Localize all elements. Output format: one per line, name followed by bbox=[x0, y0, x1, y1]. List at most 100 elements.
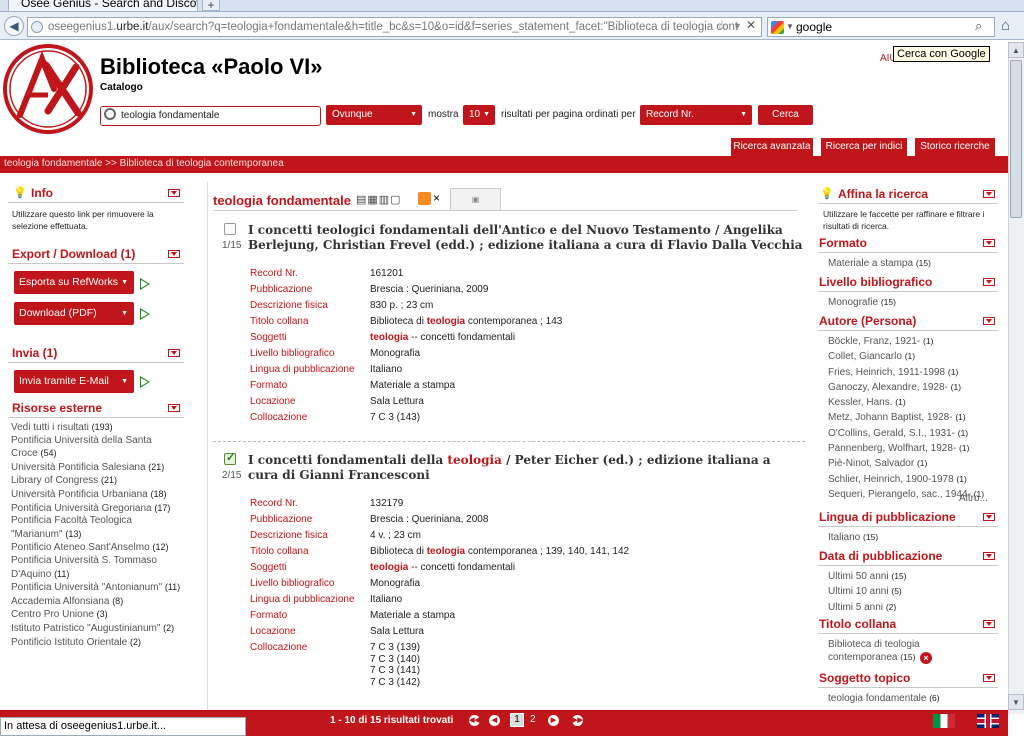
list-item[interactable]: Library of Congress (21) bbox=[11, 474, 181, 488]
new-tab-button[interactable]: + bbox=[202, 0, 220, 11]
site-identity-icon[interactable] bbox=[31, 21, 43, 33]
url-bar[interactable]: oseegenius1.urbe.it/aux/search?q=teologi… bbox=[27, 17, 762, 37]
list-item[interactable]: Pontificia Università "Antonianum" (11) bbox=[11, 581, 181, 595]
secondary-tab[interactable]: ▣ bbox=[450, 188, 501, 210]
collapse-icon[interactable] bbox=[983, 317, 995, 325]
collapse-icon[interactable] bbox=[168, 250, 180, 258]
resource-link[interactable]: Pontificia Università S. Tommaso D'Aquin… bbox=[11, 555, 157, 580]
subject-link[interactable]: teologia -- concetti fondamentali bbox=[370, 330, 790, 346]
scrollbar-thumb[interactable] bbox=[1010, 60, 1022, 218]
play-icon[interactable] bbox=[140, 278, 150, 290]
facet-item[interactable]: O'Collins, Gerald, S.I., 1931- (1) bbox=[828, 426, 998, 441]
list-item[interactable]: Università Pontificia Salesiana (21) bbox=[11, 461, 181, 475]
first-page-icon[interactable]: ◀◀ bbox=[469, 715, 480, 726]
play-icon[interactable] bbox=[140, 376, 150, 388]
list-item[interactable]: Pontificio Istituto Orientale (2) bbox=[11, 636, 181, 650]
resource-link[interactable]: Pontificio Istituto Orientale bbox=[11, 637, 127, 648]
next-page-icon[interactable]: ▶ bbox=[548, 715, 559, 726]
collapse-icon[interactable] bbox=[168, 189, 180, 197]
resource-link[interactable]: Centro Pro Unione bbox=[11, 609, 94, 620]
list-item[interactable]: Università Pontificia Urbaniana (18) bbox=[11, 488, 181, 502]
facet-item[interactable]: Ultimi 5 anni (2) bbox=[828, 600, 907, 615]
order-select[interactable]: Record Nr. ▼ bbox=[640, 105, 752, 125]
play-icon[interactable] bbox=[140, 308, 150, 320]
facet-item[interactable]: Ultimi 10 anni (5) bbox=[828, 584, 907, 599]
collapse-icon[interactable] bbox=[983, 620, 995, 628]
series-link[interactable]: Biblioteca di teologia contemporanea ; 1… bbox=[370, 544, 790, 560]
uk-flag-icon[interactable] bbox=[977, 714, 999, 728]
resource-link[interactable]: Library of Congress bbox=[11, 475, 98, 486]
list-item[interactable]: Pontificia Università Gregoriana (17) bbox=[11, 502, 181, 516]
engine-dropdown-icon[interactable]: ▼ bbox=[786, 22, 794, 31]
collapse-icon[interactable] bbox=[983, 278, 995, 286]
scroll-up-icon[interactable]: ▲ bbox=[1008, 42, 1024, 58]
facet-item[interactable]: Ganoczy, Alexandre, 1928- (1) bbox=[828, 380, 998, 395]
record-title[interactable]: I concetti teologici fondamentali dell'A… bbox=[248, 223, 803, 253]
resource-link[interactable]: Pontificia Università della Santa Croce bbox=[11, 435, 152, 460]
browser-tab[interactable]: Osee Genius - Search and Discovery bbox=[8, 0, 198, 12]
prev-page-icon[interactable]: ◀ bbox=[489, 715, 500, 726]
rss-icon[interactable] bbox=[418, 192, 431, 205]
view-mode-icons[interactable]: ▤▦▥▢ bbox=[356, 193, 402, 206]
facet-item[interactable]: Materiale a stampa (15) bbox=[828, 256, 931, 271]
back-button[interactable]: ◀ bbox=[4, 16, 24, 36]
resource-link[interactable]: Università Pontificia Urbaniana bbox=[11, 489, 148, 500]
collapse-icon[interactable] bbox=[983, 190, 995, 198]
last-page-icon[interactable]: ▶▶ bbox=[572, 715, 583, 726]
scroll-down-icon[interactable]: ▼ bbox=[1008, 694, 1024, 710]
breadcrumb[interactable]: teologia fondamentale >> Biblioteca di t… bbox=[4, 158, 284, 169]
facet-item[interactable]: Schlier, Heinrich, 1900-1978 (1) bbox=[828, 472, 998, 487]
facet-item[interactable]: Italiano (15) bbox=[828, 530, 878, 545]
resource-link[interactable]: Pontificia Università Gregoriana bbox=[11, 503, 152, 514]
facet-item[interactable]: Monografie (15) bbox=[828, 295, 896, 310]
list-item[interactable]: Centro Pro Unione (3) bbox=[11, 608, 181, 622]
search-icon[interactable]: ⌕ bbox=[975, 18, 982, 34]
list-item[interactable]: Pontificia Università della Santa Croce … bbox=[11, 435, 181, 461]
resource-link[interactable]: Pontificio Ateneo Sant'Anselmo bbox=[11, 542, 150, 553]
list-item[interactable]: Pontificia Università S. Tommaso D'Aquin… bbox=[11, 555, 181, 581]
collapse-icon[interactable] bbox=[168, 404, 180, 412]
collapse-icon[interactable] bbox=[983, 552, 995, 560]
facet-item[interactable]: Kessler, Hans. (1) bbox=[828, 395, 998, 410]
collapse-icon[interactable] bbox=[983, 674, 995, 682]
italian-flag-icon[interactable] bbox=[933, 714, 955, 728]
collapse-icon[interactable] bbox=[983, 239, 995, 247]
export-refworks-button[interactable]: Esporta su RefWorks ▼ bbox=[14, 271, 134, 294]
resource-link[interactable]: Istituto Patristico "Augustinianum" bbox=[11, 623, 160, 634]
list-item[interactable]: Accademia Alfonsiana (8) bbox=[11, 595, 181, 609]
more-link[interactable]: Altro... bbox=[959, 493, 988, 504]
search-button[interactable]: Cerca bbox=[758, 105, 813, 125]
download-pdf-button[interactable]: Download (PDF) ▼ bbox=[14, 302, 134, 325]
index-search-button[interactable]: Ricerca per indici bbox=[820, 137, 908, 156]
facet-item[interactable]: Ultimi 50 anni (15) bbox=[828, 569, 907, 584]
record-title[interactable]: I concetti fondamentali della teologia /… bbox=[248, 453, 803, 483]
send-email-button[interactable]: Invia tramite E-Mail ▼ bbox=[14, 370, 134, 393]
list-item[interactable]: Vedi tutti i risultati (193) bbox=[11, 421, 181, 435]
facet-item[interactable]: Böckle, Franz, 1921- (1) bbox=[828, 334, 998, 349]
record-checkbox[interactable] bbox=[224, 223, 236, 235]
catalog-search-input[interactable]: teologia fondamentale bbox=[100, 106, 321, 126]
collapse-icon[interactable] bbox=[168, 349, 180, 357]
list-item[interactable]: Pontificia Facoltà Teologica "Marianum" … bbox=[11, 515, 181, 541]
collapse-icon[interactable] bbox=[983, 513, 995, 521]
home-icon[interactable]: ⌂ bbox=[1001, 17, 1010, 34]
search-history-button[interactable]: Storico ricerche bbox=[914, 137, 996, 156]
remove-filter-icon[interactable]: × bbox=[920, 652, 932, 664]
facet-item[interactable]: Metz, Johann Baptist, 1928- (1) bbox=[828, 410, 998, 425]
stop-icon[interactable]: ✕ bbox=[746, 18, 756, 32]
history-dropdown-icon[interactable]: ▼ bbox=[733, 21, 742, 31]
advanced-search-button[interactable]: Ricerca avanzata bbox=[730, 137, 814, 156]
page-2-link[interactable]: 2 bbox=[530, 714, 536, 725]
page-1-button[interactable]: 1 bbox=[510, 713, 524, 727]
google-engine-icon[interactable] bbox=[771, 21, 784, 34]
list-item[interactable]: Istituto Patristico "Augustinianum" (2) bbox=[11, 622, 181, 636]
facet-item[interactable]: teologia fondamentale (6) bbox=[828, 691, 940, 706]
facet-item[interactable]: Piè-Ninot, Salvador (1) bbox=[828, 456, 998, 471]
facet-item[interactable]: Fries, Heinrich, 1911-1998 (1) bbox=[828, 365, 998, 380]
resource-link[interactable]: Accademia Alfonsiana bbox=[11, 596, 109, 607]
bookmark-star-icon[interactable]: ☆ bbox=[716, 18, 728, 34]
browser-search-input[interactable]: google bbox=[767, 17, 995, 37]
resource-link[interactable]: Pontificia Università "Antonianum" bbox=[11, 582, 162, 593]
subject-link[interactable]: teologia -- concetti fondamentali bbox=[370, 560, 790, 576]
facet-item[interactable]: Collet, Giancarlo (1) bbox=[828, 349, 998, 364]
